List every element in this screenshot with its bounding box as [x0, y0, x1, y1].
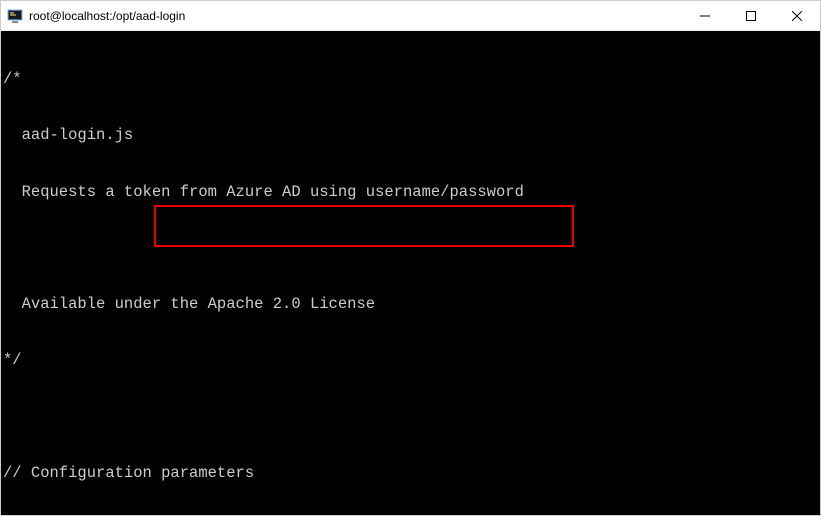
maximize-button[interactable] [728, 1, 774, 31]
window-controls [682, 1, 820, 31]
code-line: */ [3, 351, 818, 370]
code-line: Requests a token from Azure AD using use… [3, 183, 818, 202]
terminal-content[interactable]: /* aad-login.js Requests a token from Az… [1, 31, 820, 515]
code-line: aad-login.js [3, 126, 818, 145]
code-line: // Configuration parameters [3, 464, 818, 483]
code-line [3, 239, 818, 258]
window-title: root@localhost:/opt/aad-login [29, 9, 682, 23]
code-line: /* [3, 70, 818, 89]
terminal-window: root@localhost:/opt/aad-login /* aad-log… [0, 0, 821, 516]
putty-icon [7, 8, 23, 24]
code-line [3, 407, 818, 426]
code-line: Available under the Apache 2.0 License [3, 295, 818, 314]
titlebar[interactable]: root@localhost:/opt/aad-login [1, 1, 820, 31]
minimize-button[interactable] [682, 1, 728, 31]
close-button[interactable] [774, 1, 820, 31]
